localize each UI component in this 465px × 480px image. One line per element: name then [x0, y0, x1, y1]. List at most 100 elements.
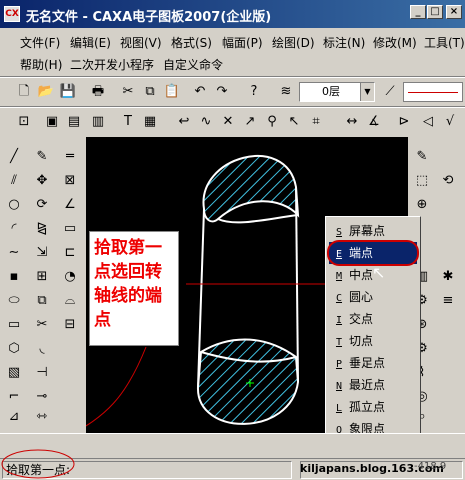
snap-item-center[interactable]: C 圆心	[329, 286, 417, 308]
mirror-icon[interactable]: ⧎	[32, 219, 52, 239]
menu-sheet[interactable]: 幅面(P)	[222, 34, 263, 51]
rotate-icon[interactable]: ⟳	[32, 195, 52, 215]
snap-item-intersection[interactable]: I 交点	[329, 308, 417, 330]
layer-icon[interactable]: ≋	[276, 82, 296, 102]
menu-format[interactable]: 格式(S)	[171, 34, 212, 51]
circle-icon[interactable]: ○	[4, 195, 24, 215]
ellipse-icon[interactable]: ⬭	[4, 291, 24, 311]
inner-curve-top	[217, 214, 299, 224]
new-file-icon[interactable]: 🗋	[14, 82, 34, 102]
menu-dimension[interactable]: 标注(N)	[323, 34, 365, 51]
offset-icon[interactable]: ⧉	[32, 291, 52, 311]
chamfer-icon[interactable]: ⊳	[394, 112, 414, 132]
snap-item-perpendicular[interactable]: P 垂足点	[329, 352, 417, 374]
parallel-line-icon[interactable]: ⫽	[4, 171, 24, 191]
stretch-icon[interactable]: ⇿	[32, 407, 52, 427]
close-button[interactable]: ×	[446, 5, 462, 19]
layer-value: 0层	[322, 85, 340, 98]
menu-tools[interactable]: 工具(T)	[424, 34, 465, 51]
layer-select[interactable]: 0层 ▼	[299, 82, 375, 102]
text-icon[interactable]: T	[118, 112, 138, 132]
rotate-view-icon[interactable]: ⟲	[438, 171, 458, 191]
bom-icon[interactable]: ▥	[88, 112, 108, 132]
roughness-icon[interactable]: √	[440, 112, 460, 132]
cross-icon[interactable]: ✕	[218, 112, 238, 132]
array-icon[interactable]: ⊞	[32, 267, 52, 287]
explode-icon[interactable]: ✱	[438, 267, 458, 287]
dim-radius-icon[interactable]: ◔	[60, 267, 80, 287]
corner-icon[interactable]: ⌐	[4, 387, 24, 407]
menu-draw[interactable]: 绘图(D)	[272, 34, 315, 51]
menu-modify[interactable]: 修改(M)	[373, 34, 417, 51]
axis-icon[interactable]: ⊿	[4, 407, 24, 427]
undo-icon[interactable]: ↶	[190, 82, 210, 102]
rectangle-icon[interactable]: ▭	[4, 315, 24, 335]
hatch-icon[interactable]: ▧	[4, 363, 24, 383]
snap-item-nearest[interactable]: N 最近点	[329, 374, 417, 396]
maximize-button[interactable]: □	[427, 5, 443, 19]
snap-icon[interactable]: ⊡	[14, 112, 34, 132]
arrow-left-icon[interactable]: ◁	[418, 112, 438, 132]
extend-icon[interactable]: ⊣	[32, 363, 52, 383]
menu-view[interactable]: 视图(V)	[120, 34, 162, 51]
paste-icon[interactable]: 📋	[162, 82, 182, 102]
dim-chain-icon[interactable]: ⊟	[60, 315, 80, 335]
dimension-icon[interactable]: ↔	[342, 112, 362, 132]
snap-item-tangent[interactable]: T 切点	[329, 330, 417, 352]
arrow-icon[interactable]: ↗	[240, 112, 260, 132]
snap-item-endpoint[interactable]: E 端点	[327, 240, 419, 266]
menu-secondary-dev[interactable]: 二次开发小程序	[70, 56, 154, 73]
wave-icon[interactable]: ∿	[196, 112, 216, 132]
spline-icon[interactable]: ∼	[4, 243, 24, 263]
snap-item-screen[interactable]: S 屏幕点	[329, 220, 417, 242]
dim-xy-icon[interactable]: ⊠	[60, 171, 80, 191]
chevron-down-icon[interactable]: ▼	[360, 83, 374, 101]
menu-custom-commands[interactable]: 自定义命令	[163, 56, 223, 73]
dim-block-icon[interactable]: ▭	[60, 219, 80, 239]
cut-icon[interactable]: ✂	[118, 82, 138, 102]
table-icon[interactable]: ▦	[140, 112, 160, 132]
point-icon[interactable]: ▪	[4, 267, 24, 287]
menu-help[interactable]: 帮助(H)	[20, 56, 62, 73]
pointer-icon[interactable]: ↖	[284, 112, 304, 132]
pin-icon[interactable]: ⚲	[262, 112, 282, 132]
scale-icon[interactable]: ⇲	[32, 243, 52, 263]
line-icon[interactable]: ╱	[4, 147, 24, 167]
dim-arc-icon[interactable]: ⌓	[60, 291, 80, 311]
open-folder-icon[interactable]: 📂	[36, 82, 56, 102]
frame-icon[interactable]: ▣	[42, 112, 62, 132]
dim-base-icon[interactable]: ⊏	[60, 243, 80, 263]
linetype-icon[interactable]: ⟋	[380, 82, 400, 102]
node-icon[interactable]: ⌗	[306, 112, 326, 132]
menu-bar: 文件(F) 编辑(E) 视图(V) 格式(S) 幅面(P) 绘图(D) 标注(N…	[0, 30, 465, 52]
app-icon[interactable]: CX	[4, 6, 20, 22]
edit-icon[interactable]: ✎	[412, 147, 432, 167]
menu-edit[interactable]: 编辑(E)	[70, 34, 111, 51]
toolbar-separator	[0, 106, 465, 108]
block-icon[interactable]: ⬚	[412, 171, 432, 191]
polygon-icon[interactable]: ⬡	[4, 339, 24, 359]
angle-dim-icon[interactable]: ∡	[364, 112, 384, 132]
trim-icon[interactable]: ✂	[32, 315, 52, 335]
snap-item-isolated[interactable]: L 孤立点	[329, 396, 417, 418]
print-icon[interactable]: 🖶	[88, 82, 108, 102]
arc-arrow-icon[interactable]: ↩	[174, 112, 194, 132]
move-icon[interactable]: ✥	[32, 171, 52, 191]
linetype-select[interactable]	[403, 82, 463, 102]
help-icon[interactable]: ?	[244, 82, 264, 102]
copy-icon[interactable]: ⧉	[140, 82, 160, 102]
insert-icon[interactable]: ⊕	[412, 195, 432, 215]
pencil-icon[interactable]: ✎	[32, 147, 52, 167]
redo-icon[interactable]: ↷	[212, 82, 232, 102]
save-icon[interactable]: 💾	[58, 82, 78, 102]
dim-angle-icon[interactable]: ∠	[60, 195, 80, 215]
dim-linear-icon[interactable]: ═	[60, 147, 80, 167]
minimize-button[interactable]: _	[410, 5, 426, 19]
fillet-icon[interactable]: ◟	[32, 339, 52, 359]
title-bar[interactable]: CX 无名文件 - CAXA电子图板2007(企业版) _ □ ×	[0, 0, 465, 28]
layer-manager-icon[interactable]: ≡	[438, 291, 458, 311]
break-icon[interactable]: ⊸	[32, 387, 52, 407]
titleblock-icon[interactable]: ▤	[64, 112, 84, 132]
menu-file[interactable]: 文件(F)	[20, 34, 60, 51]
arc-icon[interactable]: ◜	[4, 219, 24, 239]
